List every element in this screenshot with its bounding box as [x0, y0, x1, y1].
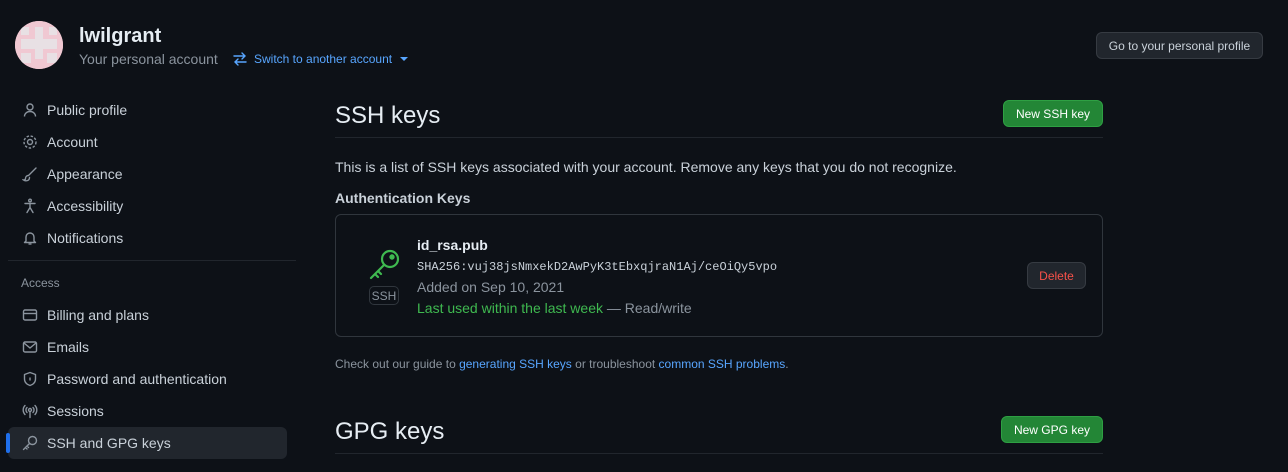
sidebar-item-billing[interactable]: Billing and plans — [8, 299, 296, 331]
key-icon — [367, 248, 401, 282]
username: lwilgrant — [79, 25, 162, 47]
sidebar-item-label: Appearance — [47, 166, 123, 182]
delete-key-button[interactable]: Delete — [1027, 262, 1086, 289]
sidebar-item-label: SSH and GPG keys — [47, 435, 171, 451]
paintbrush-icon — [22, 166, 38, 182]
ssh-keys-description: This is a list of SSH keys associated wi… — [335, 159, 957, 175]
key-icon — [22, 435, 38, 451]
shield-lock-icon — [22, 371, 38, 387]
new-gpg-key-button[interactable]: New GPG key — [1000, 416, 1103, 443]
ssh-type-badge: SSH — [369, 286, 399, 305]
sidebar-item-label: Billing and plans — [47, 307, 149, 323]
key-added-date: Added on Sep 10, 2021 — [417, 279, 565, 295]
accessibility-icon — [22, 198, 38, 214]
sidebar-item-label: Emails — [47, 339, 90, 355]
account-type-label: Your personal account — [79, 51, 218, 67]
person-icon — [22, 102, 38, 118]
key-name: id_rsa.pub — [417, 237, 488, 253]
ssh-keys-header: SSH keys New SSH key — [335, 90, 1103, 138]
guide-suffix: . — [785, 357, 789, 371]
sidebar-item-ssh-gpg-keys[interactable]: SSH and GPG keys — [6, 427, 287, 459]
key-fingerprint: SHA256:vuj38jsNmxekD2AwPyK3tEbxqjraN1Aj/… — [417, 260, 778, 274]
key-last-used: Last used within the last week — Read/wr… — [417, 300, 692, 316]
guide-prefix: Check out our guide to — [335, 357, 460, 371]
sidebar-item-label: Password and authentication — [47, 371, 227, 387]
sidebar-item-label: Accessibility — [47, 198, 124, 214]
personal-profile-button[interactable]: Go to your personal profile — [1096, 32, 1263, 59]
sidebar-item-sessions[interactable]: Sessions — [8, 395, 296, 427]
avatar[interactable] — [15, 21, 63, 69]
sidebar-item-accessibility[interactable]: Accessibility — [8, 190, 296, 222]
mail-icon — [22, 339, 38, 355]
sidebar-item-notifications[interactable]: Notifications — [8, 222, 296, 254]
sidebar-item-label: Notifications — [47, 230, 124, 246]
sidebar-item-appearance[interactable]: Appearance — [8, 158, 296, 190]
last-used-text: Last used within the last week — [417, 300, 603, 316]
bell-icon — [22, 230, 38, 246]
sidebar-section-access: Access — [21, 276, 60, 290]
page-title: SSH keys — [335, 101, 441, 129]
access-level: — Read/write — [603, 300, 692, 316]
arrow-switch-icon — [232, 51, 248, 67]
new-ssh-key-button[interactable]: New SSH key — [1002, 100, 1103, 127]
sidebar-divider — [8, 260, 296, 261]
ssh-key-item: SSH id_rsa.pub SHA256:vuj38jsNmxekD2AwPy… — [335, 214, 1103, 337]
switch-account-label: Switch to another account — [254, 52, 393, 66]
sidebar-item-label: Account — [47, 134, 98, 150]
broadcast-icon — [22, 403, 38, 419]
main-content: SSH keys New SSH key This is a list of S… — [335, 90, 1103, 454]
chevron-down-icon — [400, 57, 409, 61]
authentication-keys-heading: Authentication Keys — [335, 190, 471, 206]
credit-card-icon — [22, 307, 38, 323]
settings-header: lwilgrant Your personal account Switch t… — [0, 0, 1288, 90]
sidebar-item-label: Public profile — [47, 102, 128, 118]
common-ssh-problems-link[interactable]: common SSH problems — [659, 357, 786, 371]
gpg-section-title: GPG keys — [335, 417, 445, 445]
settings-sidebar: Public profile Account Appearance Access… — [6, 94, 296, 459]
sidebar-item-password[interactable]: Password and authentication — [8, 363, 296, 395]
gear-icon — [22, 134, 38, 150]
gpg-keys-header: GPG keys New GPG key — [335, 406, 1103, 454]
ssh-guide-text: Check out our guide to generating SSH ke… — [335, 355, 1103, 373]
sidebar-item-label: Sessions — [47, 403, 104, 419]
sidebar-item-account[interactable]: Account — [8, 126, 296, 158]
sidebar-item-emails[interactable]: Emails — [8, 331, 296, 363]
switch-account-link[interactable]: Switch to another account — [232, 50, 409, 68]
sidebar-item-public-profile[interactable]: Public profile — [8, 94, 296, 126]
guide-middle: or troubleshoot — [571, 357, 659, 371]
generating-ssh-keys-link[interactable]: generating SSH keys — [459, 357, 572, 371]
